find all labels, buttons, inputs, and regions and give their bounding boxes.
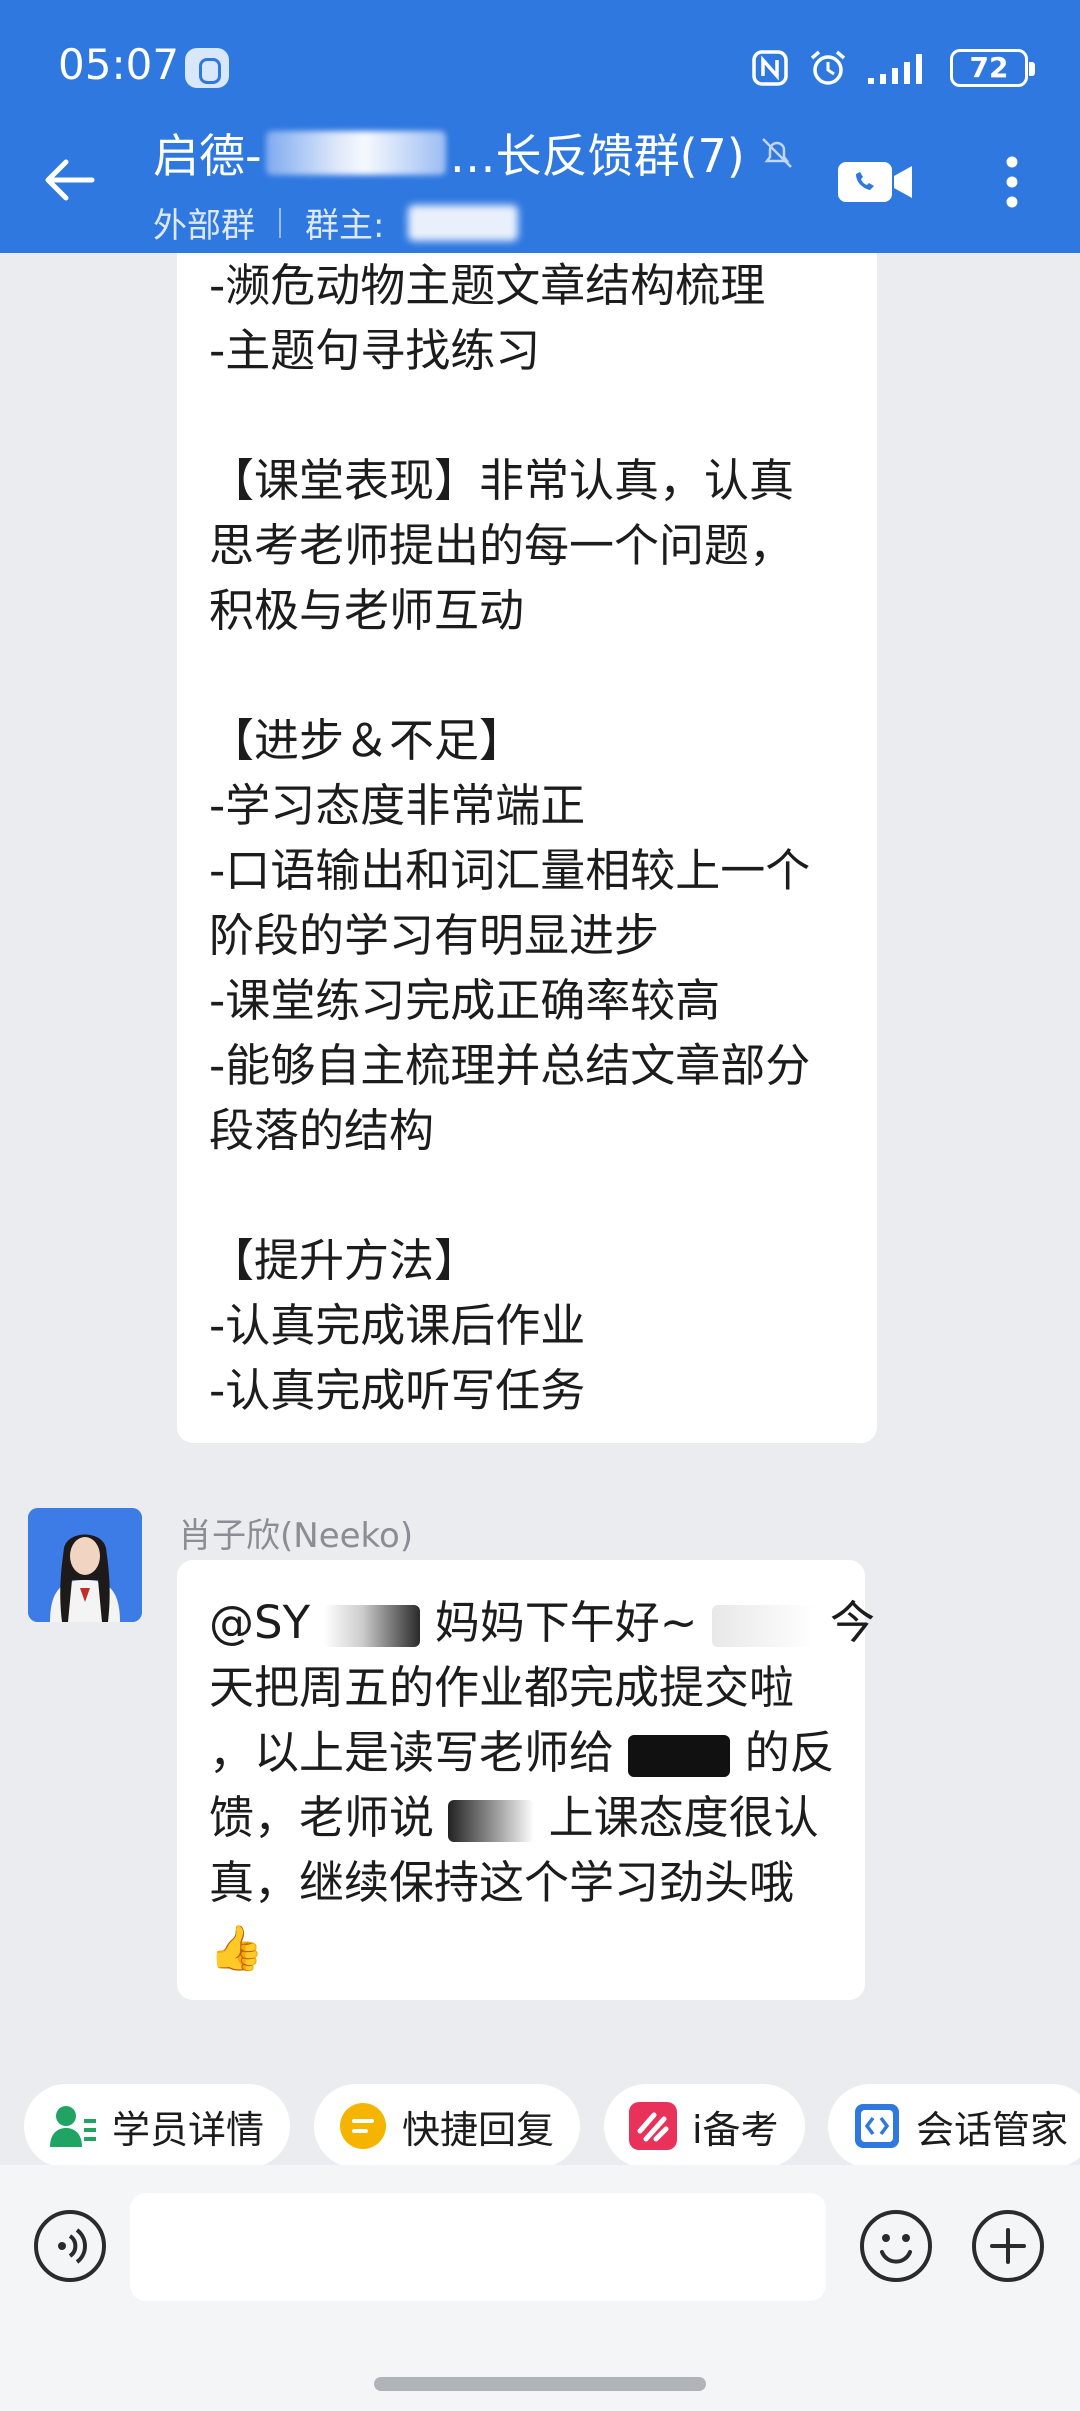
add-more-icon[interactable] <box>970 2208 1046 2284</box>
report-line: 思考老师提出的每一个问题， <box>209 519 795 572</box>
voice-input-icon[interactable] <box>32 2208 108 2284</box>
reply-line: 馈，老师说 上课态度很认 <box>209 1785 841 1850</box>
report-line: -学习态度非常端正 <box>209 779 586 832</box>
teacher-reply-bubble[interactable]: @SY 妈妈下午好~ 今 天把周五的作业都完成提交啦 ，以上是读写老师给 的反 … <box>177 1560 875 2000</box>
alarm-icon <box>810 50 846 85</box>
quick-reply-button[interactable]: 快捷回复 <box>314 2084 581 2168</box>
report-line: 积极与老师互动 <box>209 584 525 637</box>
report-line: -课堂练习完成正确率较高 <box>209 974 721 1027</box>
redacted-text <box>448 1800 535 1842</box>
reply-line: @SY 妈妈下午好~ 今 <box>209 1590 875 1655</box>
message-input-bar <box>0 2165 1080 2411</box>
chip-label: 学员详情 <box>112 2107 265 2152</box>
feedback-report-bubble[interactable]: -濒危动物主题文章结构梳理 -主题句寻找练习 【课堂表现】非常认真，认真 思考老… <box>177 253 877 1443</box>
chip-label: i备考 <box>692 2107 779 2152</box>
redacted-text <box>628 1735 731 1777</box>
report-blank-line <box>209 1163 847 1228</box>
quick-reply-icon <box>340 2103 386 2149</box>
report-line: 【课堂表现】非常认真，认真 <box>209 454 795 507</box>
report-line: -主题句寻找练习 <box>209 324 541 377</box>
chip-label: 快捷回复 <box>402 2107 555 2152</box>
redacted-text <box>324 1605 421 1647</box>
report-line: 【提升方法】 <box>209 1234 480 1287</box>
report-line: -口语输出和词汇量相较上一个 <box>209 844 811 897</box>
report-blank-line <box>209 643 847 708</box>
group-owner-label: 群主: <box>305 206 385 246</box>
report-line: 阶段的学习有明显进步 <box>209 909 660 962</box>
redacted-owner <box>408 204 519 241</box>
back-arrow-icon[interactable] <box>40 150 100 210</box>
message-input[interactable] <box>130 2193 826 2301</box>
reply-text: 今 <box>830 1596 876 1649</box>
status-indicators: 72 <box>750 44 1035 92</box>
status-time: 05:07 <box>58 40 180 89</box>
home-indicator[interactable] <box>374 2377 706 2391</box>
reply-text: 的反 <box>744 1726 835 1779</box>
reply-text: ，以上是读写老师给 <box>209 1726 615 1779</box>
subtitle-divider <box>279 207 281 238</box>
nfc-icon <box>752 50 788 86</box>
session-manager-button[interactable]: 会话管家 <box>828 2084 1080 2168</box>
group-title-prefix: 启德- <box>153 129 262 183</box>
group-title-suffix: …长反馈群(7) <box>449 129 745 183</box>
chip-label: 会话管家 <box>916 2107 1069 2152</box>
reply-text: 上课态度很认 <box>548 1791 819 1844</box>
report-blank-line <box>209 383 847 448</box>
reply-text: 馈，老师说 <box>209 1791 435 1844</box>
report-line: -能够自主梳理并总结文章部分 <box>209 1039 811 1092</box>
mention-text: @SY <box>209 1596 311 1649</box>
session-manager-icon <box>855 2104 899 2148</box>
emoji-icon[interactable] <box>858 2208 934 2284</box>
student-detail-icon <box>50 2106 96 2147</box>
status-bar: 05:07 72 <box>0 0 1080 130</box>
redacted-text <box>711 1605 816 1647</box>
signal-icon <box>868 54 922 84</box>
reply-text: 妈妈下午好~ <box>434 1596 698 1649</box>
report-line: 段落的结构 <box>209 1104 435 1157</box>
reply-line: ，以上是读写老师给 的反 <box>209 1720 841 1785</box>
avatar-portrait-icon <box>28 1508 142 1622</box>
reply-line: 真，继续保持这个学习劲头哦 <box>209 1856 795 1909</box>
report-line: 【进步＆不足】 <box>209 714 525 767</box>
mute-bell-icon <box>761 138 792 168</box>
chat-title-bar: 启德- …长反馈群(7) 外部群 群主: <box>0 120 1080 253</box>
external-group-label: 外部群 <box>153 206 255 246</box>
group-subtitle: 外部群 群主: <box>153 198 519 247</box>
sender-avatar[interactable] <box>28 1508 142 1622</box>
more-options-icon[interactable] <box>992 150 1032 214</box>
battery-icon: 72 <box>950 49 1035 87</box>
video-call-icon[interactable] <box>836 152 916 212</box>
reply-line: 👍 <box>209 1915 841 1980</box>
thumbs-up-icon: 👍 <box>209 1923 264 1974</box>
report-line: -认真完成课后作业 <box>209 1299 586 1352</box>
sender-name: 肖子欣(Neeko) <box>178 1516 414 1556</box>
chat-message-list[interactable]: -濒危动物主题文章结构梳理 -主题句寻找练习 【课堂表现】非常认真，认真 思考老… <box>0 253 1080 2053</box>
redacted-name <box>265 131 446 175</box>
app-header: 05:07 72 启德- …长反馈群(7) 外部群 群主: <box>0 0 1080 253</box>
report-line: -濒危动物主题文章结构梳理 <box>209 259 766 312</box>
group-title[interactable]: 启德- …长反馈群(7) <box>153 120 797 186</box>
notification-app-icon <box>185 48 229 88</box>
reply-line: 天把周五的作业都完成提交啦 <box>209 1661 795 1714</box>
student-detail-button[interactable]: 学员详情 <box>24 2084 291 2168</box>
ibeikao-button[interactable]: i备考 <box>604 2084 805 2168</box>
report-line: -认真完成听写任务 <box>209 1364 586 1417</box>
ibeikao-icon <box>629 2102 677 2150</box>
